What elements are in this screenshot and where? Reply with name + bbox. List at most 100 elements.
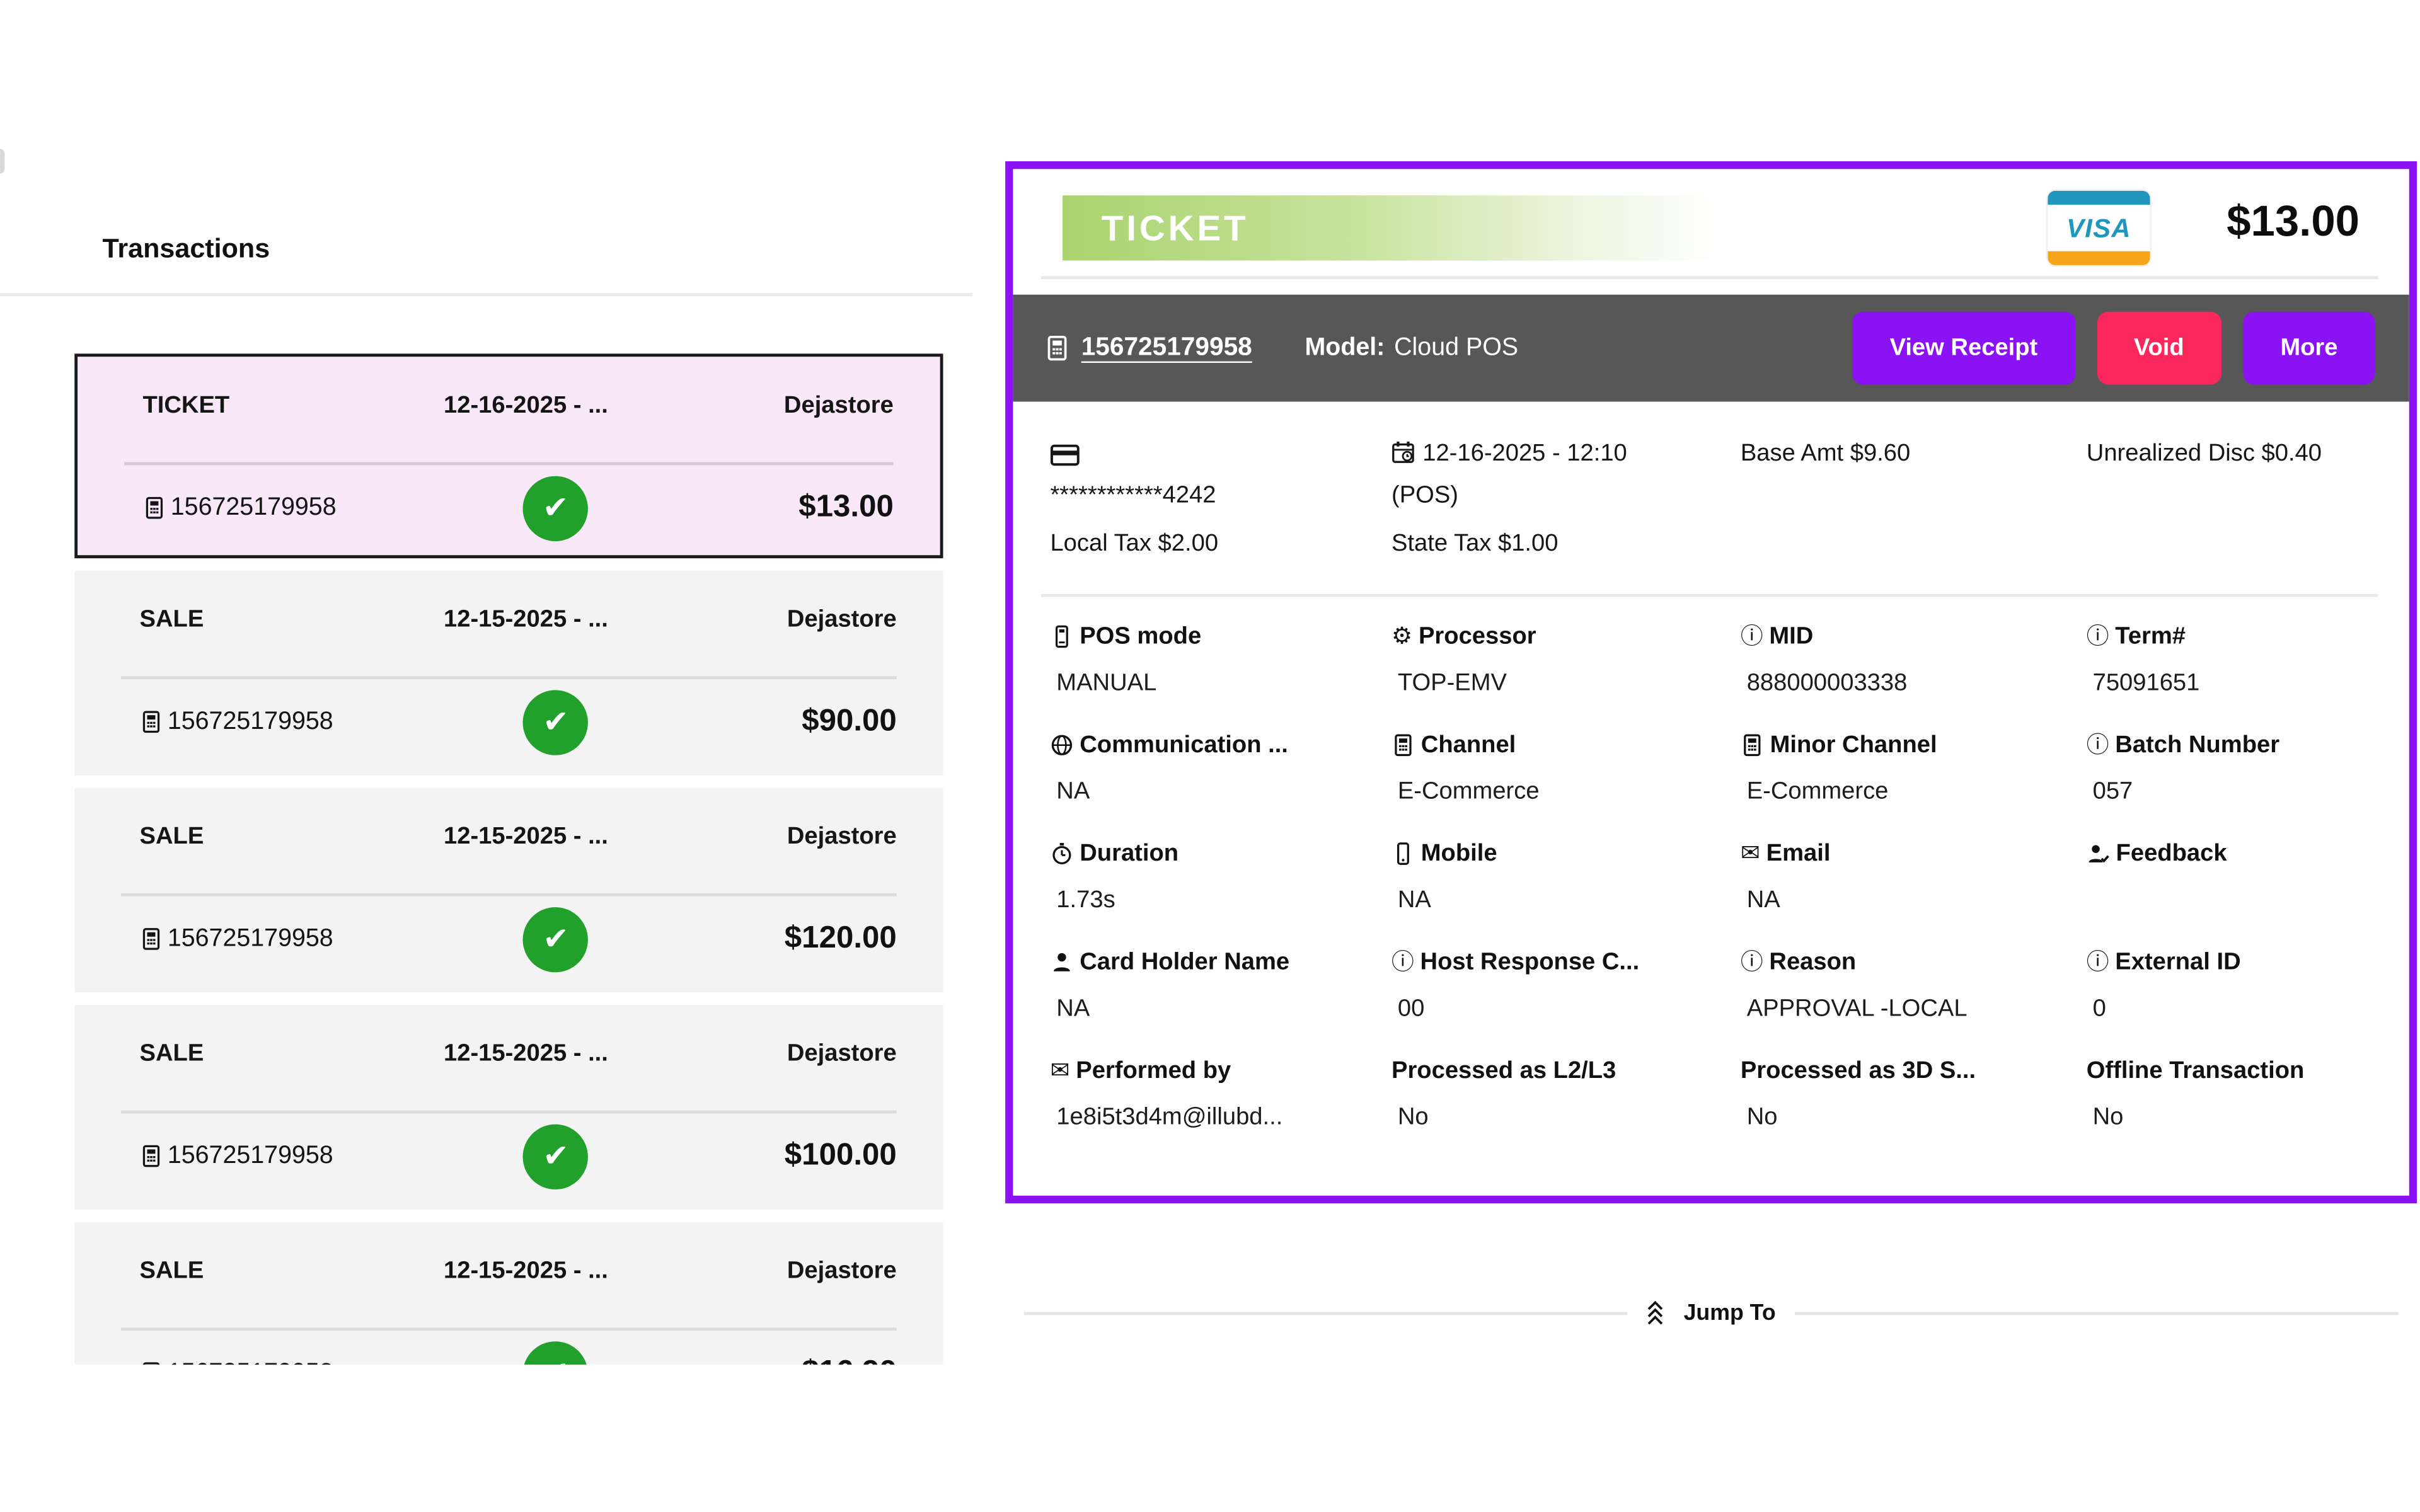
field-reason: Reason APPROVAL -LOCAL	[1741, 948, 2087, 1024]
terminal-icon	[140, 710, 163, 733]
info-icon	[1741, 624, 1763, 648]
banner-divider	[1041, 276, 2378, 278]
envelope-icon	[1050, 1059, 1069, 1083]
transaction-amount: $100.00	[785, 1138, 897, 1174]
field-processed-l2l3: Processed as L2/L3 No	[1392, 1056, 1741, 1132]
field-batch-number: Batch Number 057	[2087, 730, 2372, 806]
person-icon	[1050, 951, 1073, 974]
card-summary-cell: ************4242 Local Tax $2.00	[1050, 433, 1392, 564]
summary-row: ************4242 Local Tax $2.00 12-16-2…	[1050, 433, 2371, 564]
transaction-row-sale-1[interactable]: SALE 12-15-2025 - ... Dejastore 15672517…	[74, 571, 943, 776]
visa-logo: VISA	[2048, 191, 2150, 265]
more-button[interactable]: More	[2243, 312, 2375, 385]
terminal-icon	[1392, 733, 1415, 757]
transaction-amount: $90.00	[802, 704, 897, 740]
transaction-date: 12-15-2025 - ...	[372, 1256, 679, 1286]
transaction-row-header: SALE 12-15-2025 - ... Dejastore	[74, 1222, 943, 1286]
transaction-row-values: 156725179958 $16.90	[140, 1330, 897, 1365]
pos-device-icon	[1050, 625, 1073, 648]
gear-icon	[1392, 624, 1412, 648]
jump-to-label: Jump To	[1684, 1300, 1776, 1325]
transaction-date: 12-15-2025 - ...	[372, 605, 679, 634]
transaction-store: Dejastore	[679, 1039, 897, 1068]
transaction-id: 156725179958	[140, 1360, 333, 1365]
void-button[interactable]: Void	[2097, 312, 2221, 385]
transaction-id-link[interactable]: 156725179958	[1081, 333, 1252, 363]
approved-check-icon	[523, 1341, 588, 1365]
transaction-toolbar: 156725179958 Model: Cloud POS View Recei…	[1013, 295, 2409, 402]
base-amount-cell: Base Amt $9.60	[1741, 433, 2087, 564]
transaction-type: TICKET	[142, 391, 375, 420]
transaction-id: 156725179958	[140, 925, 333, 953]
transaction-type: SALE	[140, 1039, 372, 1068]
transaction-channel-pos: (POS)	[1392, 474, 1741, 516]
field-offline-transaction: Offline Transaction No	[2087, 1056, 2372, 1132]
timer-icon	[1050, 842, 1073, 866]
transaction-row-header: TICKET 12-16-2025 - ... Dejastore	[78, 357, 940, 420]
model-info: Model: Cloud POS	[1305, 334, 1518, 362]
jump-to-line-right	[1794, 1311, 2398, 1314]
credit-card-icon	[1050, 441, 1081, 466]
card-masked-number: ************4242	[1050, 474, 1392, 516]
visa-top-band	[2048, 191, 2150, 205]
unrealized-discount: Unrealized Disc $0.40	[2087, 433, 2372, 474]
terminal-icon	[140, 1361, 163, 1365]
field-external-id: External ID 0	[2087, 948, 2372, 1024]
transaction-row-values: 156725179958 $100.00	[140, 1113, 897, 1200]
transaction-type: SALE	[140, 1256, 372, 1286]
field-communication: Communication ... NA	[1050, 730, 1392, 806]
field-email: Email NA	[1741, 839, 2087, 915]
field-mid: MID 888000003338	[1741, 622, 2087, 698]
field-performed-by: Performed by 1e8i5t3d4m@illubd...	[1050, 1056, 1392, 1132]
transaction-store: Dejastore	[679, 822, 897, 852]
transaction-row-values: 156725179958 $13.00	[142, 464, 893, 551]
transaction-type: SALE	[140, 822, 372, 852]
approved-check-icon	[523, 689, 588, 754]
edge-artifact	[0, 149, 4, 173]
ticket-banner-title: TICKET	[1102, 207, 1249, 249]
transaction-row-sale-4[interactable]: SALE 12-15-2025 - ... Dejastore 15672517…	[74, 1222, 943, 1365]
base-amount: Base Amt $9.60	[1741, 433, 2087, 474]
local-tax: Local Tax $2.00	[1050, 523, 1392, 564]
transaction-date: 12-15-2025 - ...	[372, 822, 679, 852]
person-check-icon	[2087, 842, 2110, 866]
terminal-icon	[142, 496, 166, 520]
transaction-row-sale-3[interactable]: SALE 12-15-2025 - ... Dejastore 15672517…	[74, 1005, 943, 1210]
transaction-amount: $16.90	[802, 1355, 897, 1365]
transaction-store: Dejastore	[676, 391, 894, 420]
approved-check-icon	[523, 1123, 588, 1188]
terminal-icon	[1044, 335, 1071, 362]
transaction-id: 156725179958	[142, 494, 336, 522]
field-processed-3ds: Processed as 3D S... No	[1741, 1056, 2087, 1132]
visa-wordmark: VISA	[2048, 215, 2150, 241]
field-mobile: Mobile NA	[1392, 839, 1741, 915]
transaction-detail-card: TICKET VISA $13.00 156725179958 Model: C…	[1005, 161, 2417, 1203]
transaction-date: 12-15-2025 - ...	[372, 1039, 679, 1068]
transaction-store: Dejastore	[679, 605, 897, 634]
toolbar-buttons: View Receipt Void More	[1852, 312, 2375, 385]
transaction-store: Dejastore	[679, 1256, 897, 1286]
unrealized-discount-cell: Unrealized Disc $0.40	[2087, 433, 2372, 564]
info-icon	[2087, 733, 2109, 757]
state-tax: State Tax $1.00	[1392, 523, 1741, 564]
envelope-icon	[1741, 842, 1760, 866]
panel-divider	[0, 293, 972, 296]
model-label: Model:	[1305, 334, 1385, 362]
transaction-date: 12-16-2025 - ...	[376, 391, 677, 420]
transaction-amount: $13.00	[798, 490, 894, 526]
transaction-row-header: SALE 12-15-2025 - ... Dejastore	[74, 788, 943, 851]
view-receipt-button[interactable]: View Receipt	[1852, 312, 2075, 385]
terminal-icon	[140, 1145, 163, 1168]
field-host-response-code: Host Response C... 00	[1392, 948, 1741, 1024]
transactions-list: TICKET 12-16-2025 - ... Dejastore 156725…	[74, 353, 943, 1365]
field-pos-mode: POS mode MANUAL	[1050, 622, 1392, 698]
transaction-id: 156725179958	[140, 1142, 333, 1170]
mobile-icon	[1392, 842, 1415, 866]
transaction-row-sale-2[interactable]: SALE 12-15-2025 - ... Dejastore 15672517…	[74, 788, 943, 992]
field-feedback: Feedback	[2087, 839, 2372, 915]
jump-to[interactable]: Jump To	[1024, 1300, 2399, 1326]
globe-icon	[1050, 733, 1073, 757]
app-root: Transactions TICKET 12-16-2025 - ... Dej…	[0, 0, 2420, 1512]
transaction-row-ticket[interactable]: TICKET 12-16-2025 - ... Dejastore 156725…	[74, 353, 943, 558]
terminal-icon	[140, 927, 163, 951]
